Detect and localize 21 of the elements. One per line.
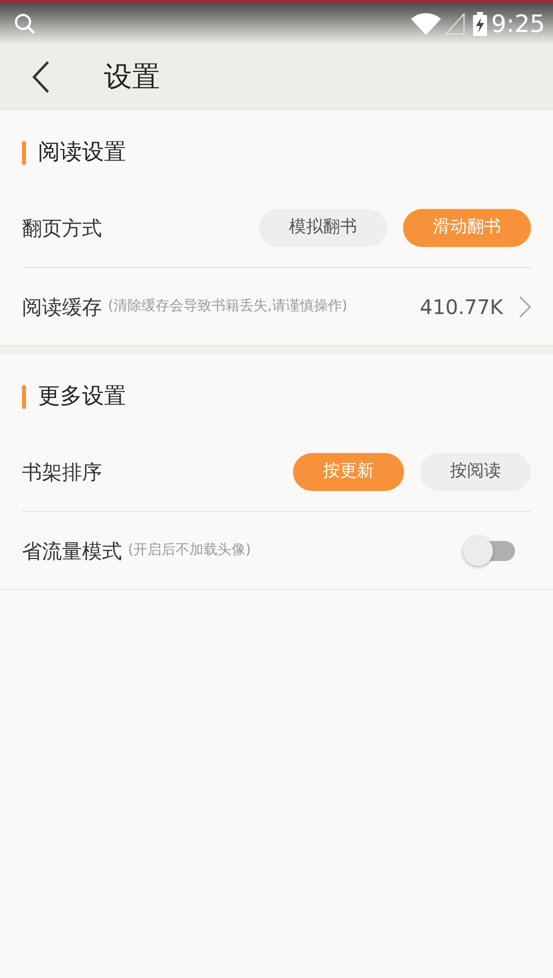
signal-icon (445, 12, 466, 34)
setting-label: 阅读缓存 (22, 294, 102, 320)
back-icon[interactable] (32, 60, 50, 92)
setting-note: (清除缓存会导致书籍丢失,请谨慎操作) (108, 297, 348, 316)
section-title: 更多设置 (38, 383, 126, 411)
cache-size: 410.77K (420, 294, 503, 320)
wifi-icon (411, 12, 442, 34)
toggle-switch[interactable] (463, 534, 515, 568)
search-icon[interactable] (14, 12, 36, 34)
battery-icon (473, 12, 488, 36)
section-marker (22, 384, 26, 408)
setting-label: 翻页方式 (22, 215, 102, 242)
option-button[interactable]: 按阅读 (420, 453, 531, 491)
clock-time: 9:25 (491, 8, 545, 40)
section-title: 阅读设置 (38, 139, 126, 167)
setting-label: 省流量模式 (22, 538, 122, 564)
option-button[interactable]: 模拟翻书 (259, 209, 387, 247)
setting-label: 书架排序 (22, 459, 102, 486)
section-marker (22, 140, 26, 164)
page-title: 设置 (104, 58, 160, 94)
setting-note: (开启后不加载头像) (128, 541, 251, 560)
